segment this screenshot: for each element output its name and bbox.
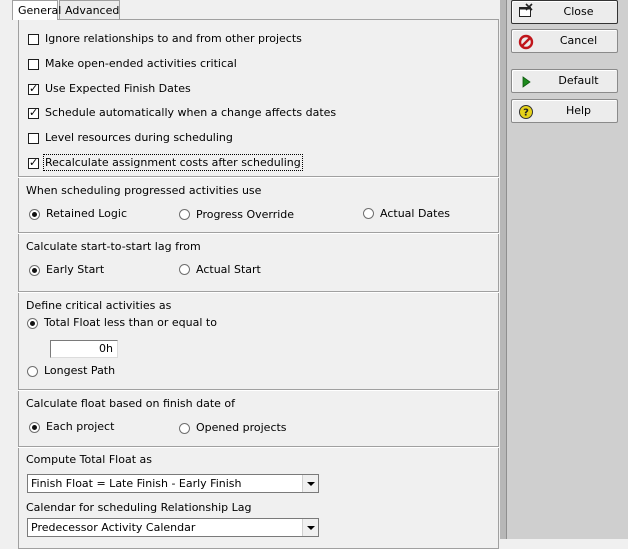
recalculate-costs-label: Recalculate assignment costs after sched… [43,154,303,171]
progress-override-label: Progress Override [196,208,295,221]
opened-projects-label: Opened projects [196,421,287,434]
divider [18,389,499,391]
help-button-label: Help [565,104,592,117]
progressed-heading: When scheduling progressed activities us… [26,184,262,197]
cancel-icon [518,34,534,50]
retained-logic-radio[interactable] [29,209,40,220]
longest-path-radio[interactable] [27,366,38,377]
actual-start-radio[interactable] [179,264,190,275]
close-window-icon [519,3,533,17]
total-float-value-input[interactable]: 0h [50,340,118,358]
svg-text:?: ? [523,108,529,119]
open-ended-critical-label: Make open-ended activities critical [45,57,237,70]
lag-calendar-value: Predecessor Activity Calendar [31,521,196,534]
tab-advanced-label: Advanced [65,4,120,17]
retained-logic-label: Retained Logic [46,207,127,220]
general-panel [18,19,499,549]
help-icon: ? [519,105,533,119]
checkmark-icon: ✓ [29,82,39,95]
divider [18,232,499,234]
play-icon [522,76,531,88]
longest-path-label: Longest Path [44,364,116,377]
actual-start-label: Actual Start [196,263,261,276]
actual-dates-radio[interactable] [363,208,374,219]
each-project-label: Each project [46,420,115,433]
level-resources-checkbox[interactable] [28,133,39,144]
opened-projects-radio[interactable] [179,423,190,434]
checkmark-icon: ✓ [29,106,39,119]
open-ended-critical-checkbox[interactable] [28,59,39,70]
sslag-heading: Calculate start-to-start lag from [26,240,201,253]
tab-advanced[interactable]: Advanced [59,0,120,19]
ignore-relationships-label: Ignore relationships to and from other p… [45,32,302,45]
cancel-button[interactable]: Cancel [511,29,618,53]
divider [18,446,499,448]
radio-dot [32,268,37,273]
help-button[interactable]: ? Help [511,99,618,123]
default-button[interactable]: Default [511,69,618,93]
close-button-label: Close [563,5,594,18]
compute-total-float-value: Finish Float = Late Finish - Early Finis… [31,477,242,490]
radio-dot [32,212,37,217]
critical-heading: Define critical activities as [26,299,172,312]
tab-general-label: General [18,4,62,17]
early-start-radio[interactable] [29,265,40,276]
chevron-down-icon[interactable] [302,519,318,536]
each-project-radio[interactable] [29,422,40,433]
early-start-label: Early Start [46,263,105,276]
actual-dates-label: Actual Dates [380,207,450,220]
divider [18,176,499,178]
use-expected-finish-label: Use Expected Finish Dates [45,82,191,95]
tab-general[interactable]: General [12,0,62,20]
float-basis-heading: Calculate float based on finish date of [26,397,236,410]
total-float-label: Total Float less than or equal to [44,316,217,329]
button-column-edge [506,0,507,539]
close-button[interactable]: Close [511,0,618,24]
recalculate-costs-checkbox[interactable]: ✓ [28,156,39,169]
radio-dot [30,321,35,326]
progress-override-radio[interactable] [179,209,190,220]
cancel-button-label: Cancel [559,34,598,47]
compute-total-float-heading: Compute Total Float as [26,453,152,466]
level-resources-label: Level resources during scheduling [45,131,233,144]
use-expected-finish-checkbox[interactable]: ✓ [28,82,39,95]
compute-total-float-select[interactable]: Finish Float = Late Finish - Early Finis… [27,474,319,493]
lag-calendar-select[interactable]: Predecessor Activity Calendar [27,518,319,537]
checkmark-icon: ✓ [29,156,39,169]
chevron-down-icon[interactable] [302,475,318,492]
ignore-relationships-checkbox[interactable] [28,34,39,45]
schedule-automatically-checkbox[interactable]: ✓ [28,106,39,119]
lag-calendar-heading: Calendar for scheduling Relationship Lag [26,501,252,514]
total-float-radio[interactable] [27,318,38,329]
schedule-automatically-label: Schedule automatically when a change aff… [45,106,337,119]
divider [18,291,499,293]
radio-dot [32,425,37,430]
default-button-label: Default [558,74,599,87]
